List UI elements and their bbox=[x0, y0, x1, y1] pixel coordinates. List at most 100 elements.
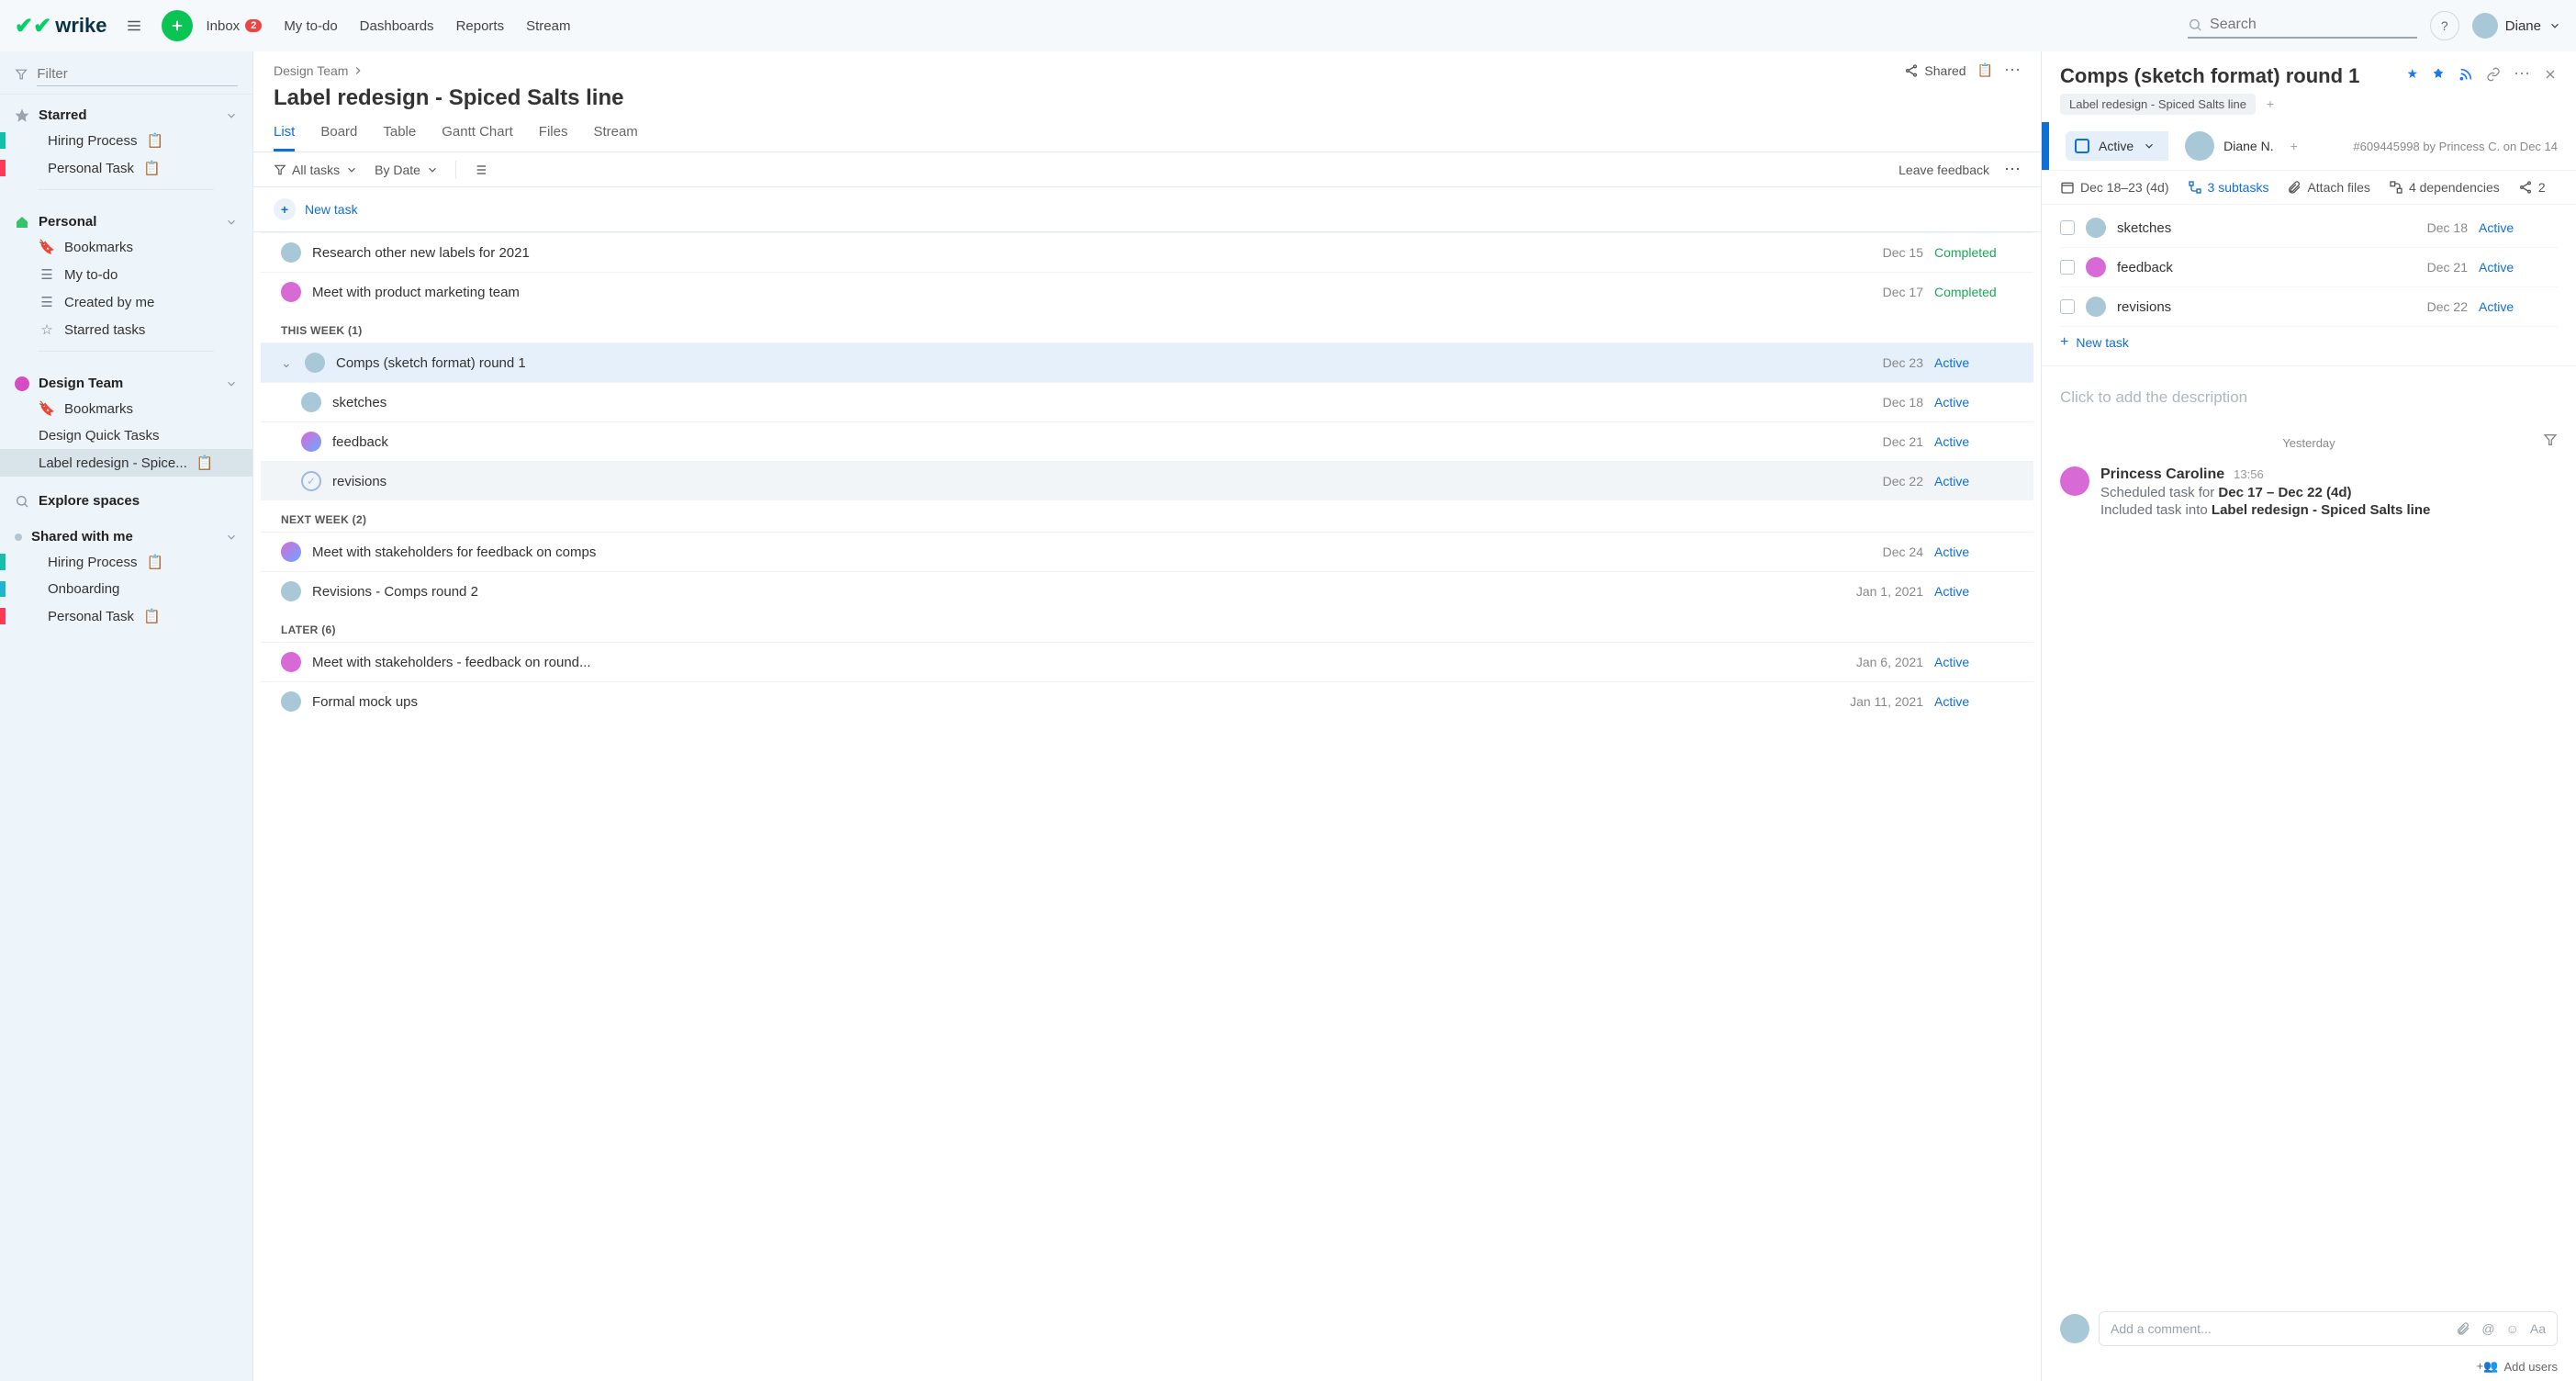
chevron-down-icon[interactable]: ⌄ bbox=[281, 355, 294, 371]
shared-button[interactable]: Shared bbox=[1904, 63, 1966, 78]
sidebar-item[interactable]: Personal Task 📋 bbox=[0, 602, 252, 630]
description-placeholder[interactable]: Click to add the description bbox=[2042, 366, 2576, 429]
paperclip-icon[interactable] bbox=[2456, 1321, 2470, 1336]
assignee-avatar bbox=[2086, 218, 2106, 238]
nav-inbox[interactable]: Inbox2 bbox=[206, 18, 262, 34]
nav-stream[interactable]: Stream bbox=[526, 18, 570, 34]
checkbox-icon[interactable] bbox=[2060, 220, 2075, 235]
status-stripe bbox=[2042, 122, 2049, 170]
emoji-icon[interactable]: ☺ bbox=[2506, 1321, 2519, 1336]
nav-todo[interactable]: My to-do bbox=[284, 18, 337, 34]
check-circle-icon[interactable]: ✓ bbox=[301, 471, 321, 491]
more-icon[interactable]: ⋯ bbox=[2004, 160, 2021, 179]
rss-icon[interactable] bbox=[2458, 67, 2473, 82]
sidebar-item[interactable]: Hiring Process 📋 bbox=[0, 548, 252, 576]
clipboard-icon: 📋 bbox=[147, 554, 164, 570]
status-selector[interactable]: Active bbox=[2066, 131, 2168, 161]
task-row[interactable]: Revisions - Comps round 2Jan 1, 2021Acti… bbox=[261, 571, 2033, 611]
checkbox-icon[interactable] bbox=[2060, 299, 2075, 314]
dependencies[interactable]: 4 dependencies bbox=[2389, 180, 2500, 195]
space-icon bbox=[15, 376, 29, 391]
comment-input[interactable]: Add a comment... @ ☺ Aa bbox=[2099, 1311, 2558, 1346]
more-icon[interactable]: ⋯ bbox=[2004, 61, 2021, 80]
task-row[interactable]: ✓revisionsDec 22Active bbox=[261, 461, 2033, 500]
assignee-avatar bbox=[2086, 257, 2106, 277]
add-users-button[interactable]: +👥Add users bbox=[2042, 1355, 2576, 1381]
sidebar-section-personal[interactable]: Personal bbox=[0, 210, 252, 233]
sidebar-item-created[interactable]: ☰Created by me bbox=[0, 288, 252, 316]
subtask-row[interactable]: feedbackDec 21Active bbox=[2060, 248, 2558, 287]
sidebar-item-bookmarks[interactable]: 🔖Bookmarks bbox=[0, 233, 252, 261]
sidebar-section-starred[interactable]: Starred bbox=[0, 104, 252, 127]
search-input[interactable] bbox=[2210, 17, 2417, 33]
subtask-row[interactable]: revisionsDec 22Active bbox=[2060, 287, 2558, 327]
page-title: Label redesign - Spiced Salts line bbox=[253, 80, 2041, 115]
tab-table[interactable]: Table bbox=[383, 115, 416, 152]
view-tabs: List Board Table Gantt Chart Files Strea… bbox=[253, 115, 2041, 152]
task-row[interactable]: Meet with product marketing teamDec 17Co… bbox=[261, 272, 2033, 311]
expand-toggle[interactable] bbox=[473, 163, 487, 177]
share-count[interactable]: 2 bbox=[2518, 180, 2546, 195]
tab-board[interactable]: Board bbox=[320, 115, 357, 152]
task-row[interactable]: feedbackDec 21Active bbox=[261, 421, 2033, 461]
text-format-icon[interactable]: Aa bbox=[2530, 1321, 2546, 1336]
user-menu[interactable]: Diane bbox=[2472, 13, 2561, 39]
task-title[interactable]: Comps (sketch format) round 1 bbox=[2060, 64, 2359, 88]
sidebar-item-todo[interactable]: ☰My to-do bbox=[0, 261, 252, 288]
tab-stream[interactable]: Stream bbox=[593, 115, 637, 152]
sidebar-section-design[interactable]: Design Team bbox=[0, 372, 252, 395]
sidebar-filter-input[interactable] bbox=[37, 62, 238, 86]
add-tag-button[interactable]: + bbox=[2259, 96, 2274, 111]
sidebar-section-shared[interactable]: Shared with me bbox=[0, 525, 252, 548]
checkbox-icon[interactable] bbox=[2060, 260, 2075, 275]
nav-reports[interactable]: Reports bbox=[456, 18, 505, 34]
task-row[interactable]: Research other new labels for 2021Dec 15… bbox=[261, 232, 2033, 272]
sidebar-item-starred[interactable]: ☆Starred tasks bbox=[0, 316, 252, 343]
dates-chip[interactable]: Dec 18–23 (4d) bbox=[2060, 180, 2169, 195]
task-row[interactable]: Meet with stakeholders for feedback on c… bbox=[261, 532, 2033, 571]
task-row[interactable]: sketchesDec 18Active bbox=[261, 382, 2033, 421]
breadcrumb[interactable]: Design Team bbox=[274, 63, 364, 78]
pin-icon[interactable] bbox=[2431, 67, 2446, 82]
sidebar-item-active[interactable]: Label redesign - Spice... 📋 bbox=[0, 449, 252, 477]
close-icon[interactable] bbox=[2543, 67, 2558, 82]
subtask-row[interactable]: sketchesDec 18Active bbox=[2060, 208, 2558, 248]
more-icon[interactable]: ⋯ bbox=[2514, 64, 2530, 84]
sort-tasks[interactable]: By Date bbox=[375, 163, 439, 177]
attach-files[interactable]: Attach files bbox=[2287, 180, 2369, 195]
star-icon[interactable]: ★ bbox=[2406, 66, 2418, 82]
inbox-badge: 2 bbox=[245, 19, 262, 32]
assignee[interactable]: Diane N. bbox=[2185, 131, 2273, 161]
sidebar-item[interactable]: Personal Task 📋 bbox=[0, 154, 252, 182]
clipboard-icon[interactable]: 📋 bbox=[1977, 62, 1993, 78]
bookmark-icon: 🔖 bbox=[39, 400, 55, 417]
menu-button[interactable] bbox=[119, 11, 149, 40]
sidebar-item-bookmarks[interactable]: 🔖Bookmarks bbox=[0, 395, 252, 422]
sidebar-item[interactable]: Hiring Process 📋 bbox=[0, 127, 252, 154]
task-row-selected[interactable]: ⌄Comps (sketch format) round 1Dec 23Acti… bbox=[261, 342, 2033, 382]
leave-feedback[interactable]: Leave feedback bbox=[1898, 163, 1989, 177]
subtasks-link[interactable]: 3 subtasks bbox=[2188, 180, 2269, 195]
global-search[interactable] bbox=[2188, 13, 2417, 39]
task-row[interactable]: Meet with stakeholders - feedback on rou… bbox=[261, 642, 2033, 681]
filter-tasks[interactable]: All tasks bbox=[274, 163, 358, 177]
add-assignee-button[interactable]: + bbox=[2290, 139, 2298, 153]
parent-tag[interactable]: Label redesign - Spiced Salts line bbox=[2060, 94, 2256, 115]
funnel-icon bbox=[2543, 432, 2558, 447]
new-subtask-button[interactable]: +New task bbox=[2060, 327, 2558, 358]
link-icon[interactable] bbox=[2486, 67, 2501, 82]
sidebar-explore[interactable]: Explore spaces bbox=[0, 489, 252, 512]
nav-dashboards[interactable]: Dashboards bbox=[360, 18, 434, 34]
tab-files[interactable]: Files bbox=[539, 115, 568, 152]
task-meta: #609445998 by Princess C. on Dec 14 bbox=[2353, 140, 2558, 153]
help-button[interactable]: ? bbox=[2430, 11, 2459, 40]
mention-icon[interactable]: @ bbox=[2481, 1321, 2494, 1336]
tab-gantt[interactable]: Gantt Chart bbox=[442, 115, 513, 152]
create-button[interactable] bbox=[162, 10, 193, 41]
activity-filter-button[interactable] bbox=[2543, 432, 2558, 447]
task-row[interactable]: Formal mock upsJan 11, 2021Active bbox=[261, 681, 2033, 721]
sidebar-item[interactable]: Design Quick Tasks bbox=[0, 422, 252, 449]
new-task-button[interactable]: +New task bbox=[274, 198, 358, 220]
sidebar-item[interactable]: Onboarding bbox=[0, 576, 252, 602]
tab-list[interactable]: List bbox=[274, 115, 295, 152]
